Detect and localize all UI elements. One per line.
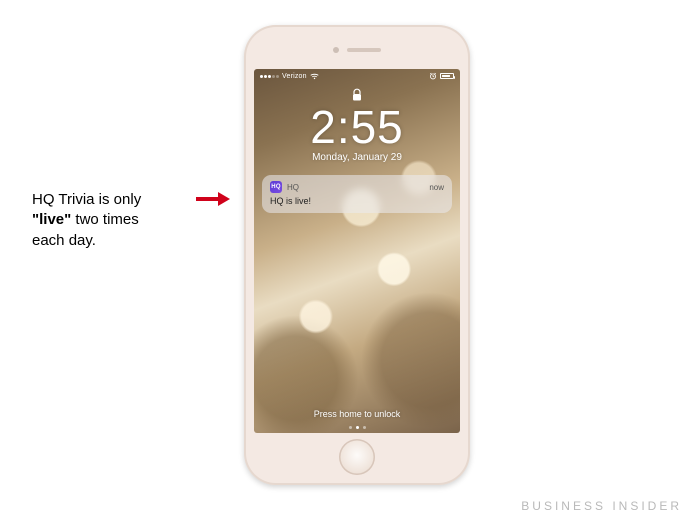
iphone-device-frame: Verizon 2:55 Monday, January (244, 25, 470, 485)
lockscreen-date: Monday, January 29 (254, 152, 460, 163)
annotation-caption: HQ Trivia is only "live" two times each … (32, 190, 192, 251)
lockscreen-time: 2:55 (254, 104, 460, 150)
alarm-icon (429, 72, 437, 80)
battery-icon (440, 73, 454, 79)
notification-body: HQ is live! (270, 196, 444, 206)
wifi-icon (310, 73, 319, 80)
notification-app-name: HQ (287, 183, 299, 192)
status-bar: Verizon (254, 69, 460, 80)
lock-icon (351, 88, 363, 102)
caption-line1: HQ Trivia is only (32, 191, 141, 208)
source-watermark: BUSINESS INSIDER (521, 499, 682, 513)
page-indicator (254, 426, 460, 429)
arrow-icon (196, 192, 232, 206)
carrier-label: Verizon (282, 73, 307, 80)
phone-earpiece (333, 47, 381, 53)
hq-app-icon: HQ (270, 181, 282, 193)
lock-screen: Verizon 2:55 Monday, January (254, 69, 460, 433)
caption-line2-tail: two times (71, 211, 139, 228)
caption-bold: "live" (32, 211, 71, 228)
unlock-hint: Press home to unlock (254, 409, 460, 419)
home-button[interactable] (339, 439, 375, 475)
notification-timestamp: now (429, 183, 444, 192)
speaker-slit-icon (347, 48, 381, 52)
hq-app-icon-text: HQ (271, 184, 281, 190)
signal-strength-icon (260, 75, 279, 78)
front-camera-icon (333, 47, 339, 53)
caption-line3: each day. (32, 232, 96, 249)
notification-card[interactable]: HQ HQ now HQ is live! (262, 175, 452, 213)
